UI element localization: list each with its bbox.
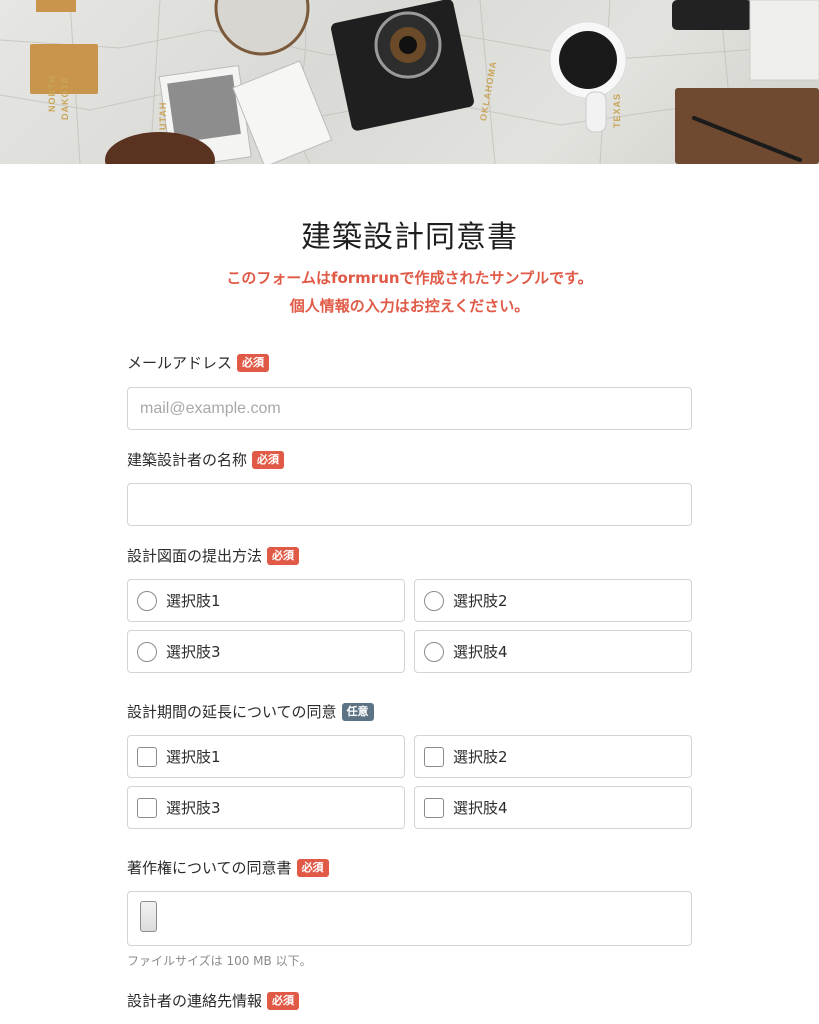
email-label: メールアドレス 必須 (127, 352, 270, 373)
map-label-dakota: DAKOTA (60, 76, 70, 120)
checkbox[interactable] (137, 797, 157, 818)
checkbox[interactable] (137, 746, 157, 767)
file-size-hint: ファイルサイズは 100 MB 以下。 (127, 954, 312, 968)
contact-label-text: 設計者の連絡先情報 (127, 992, 263, 1010)
option-label: 選択肢4 (453, 799, 508, 817)
required-badge: 必須 (237, 353, 270, 372)
card-shape (749, 0, 819, 81)
email-label-text: メールアドレス (127, 354, 233, 372)
copyright-label-text: 著作権についての同意書 (127, 859, 292, 877)
notebook-shape (675, 88, 819, 164)
contact-label: 設計者の連絡先情報 必須 (127, 990, 300, 1011)
option-label: 選択肢3 (166, 799, 221, 817)
magnifier-shape (214, 0, 310, 56)
designer-name-label-text: 建築設計者の名称 (127, 451, 248, 469)
radio-button[interactable] (137, 641, 157, 662)
phone-shape (672, 0, 752, 30)
option-label: 選択肢4 (453, 643, 508, 661)
extension-option-2[interactable]: 選択肢2 (414, 735, 692, 778)
file-select-button[interactable] (140, 901, 157, 932)
extension-option-3[interactable]: 選択肢3 (127, 786, 405, 829)
required-badge: 必須 (296, 858, 329, 877)
optional-badge: 任意 (341, 702, 374, 721)
map-label-texas: TEXAS (612, 92, 622, 128)
map-label-north: NORTH (47, 75, 57, 112)
radio-button[interactable] (424, 590, 444, 611)
copyright-label: 著作権についての同意書 必須 (127, 857, 329, 878)
checkbox[interactable] (424, 797, 444, 818)
extension-consent-label: 設計期間の延長についての同意 任意 (127, 701, 374, 722)
option-label: 選択肢1 (166, 748, 221, 766)
designer-name-label: 建築設計者の名称 必須 (127, 449, 285, 470)
submission-option-1[interactable]: 選択肢1 (127, 579, 405, 622)
header-image: NORTH DAKOTA OKLAHOMA TEXAS UTAH (0, 0, 819, 164)
radio-button[interactable] (424, 641, 444, 662)
sample-notice: このフォームはformrunで作成されたサンプルです。 個人情報の入力はお控えく… (0, 264, 819, 320)
option-label: 選択肢3 (166, 643, 221, 661)
required-badge: 必須 (252, 450, 285, 469)
sample-notice-line2: 個人情報の入力はお控えください。 (289, 297, 530, 315)
camera-shape (331, 0, 474, 131)
submission-method-label-text: 設計図面の提出方法 (127, 547, 263, 565)
sample-notice-line1: このフォームはformrunで作成されたサンプルです。 (226, 269, 593, 287)
extension-option-4[interactable]: 選択肢4 (414, 786, 692, 829)
option-label: 選択肢1 (166, 592, 221, 610)
submission-method-label: 設計図面の提出方法 必須 (127, 545, 300, 566)
map-label-utah: UTAH (158, 101, 168, 130)
extension-consent-label-text: 設計期間の延長についての同意 (127, 703, 337, 721)
file-upload-box[interactable] (127, 891, 692, 946)
extension-option-1[interactable]: 選択肢1 (127, 735, 405, 778)
map-background-graphic (0, 0, 819, 164)
checkbox[interactable] (424, 746, 444, 767)
email-field[interactable] (127, 387, 692, 430)
required-badge: 必須 (267, 991, 300, 1010)
submission-option-4[interactable]: 選択肢4 (414, 630, 692, 673)
designer-name-field[interactable] (127, 483, 692, 526)
option-label: 選択肢2 (453, 592, 508, 610)
submission-option-2[interactable]: 選択肢2 (414, 579, 692, 622)
tape-box-top-shape (36, 0, 76, 12)
submission-option-3[interactable]: 選択肢3 (127, 630, 405, 673)
required-badge: 必須 (267, 546, 300, 565)
form-title: 建築設計同意書 (301, 220, 518, 255)
option-label: 選択肢2 (453, 748, 508, 766)
radio-button[interactable] (137, 590, 157, 611)
